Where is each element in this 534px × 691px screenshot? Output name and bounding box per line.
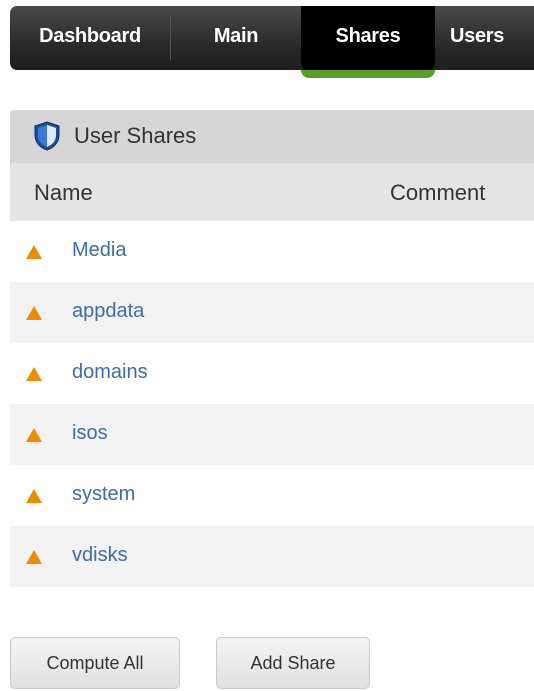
tab-main[interactable]: Main: [171, 6, 301, 70]
active-tab-indicator: [301, 70, 435, 78]
section-header: User Shares: [10, 110, 534, 163]
warning-triangle-icon: [26, 550, 42, 564]
warning-triangle-icon: [26, 489, 42, 503]
compute-all-button[interactable]: Compute All: [10, 637, 180, 689]
share-link-system[interactable]: system: [72, 483, 135, 506]
warning-triangle-icon: [26, 245, 42, 259]
table-header: Name Comment: [10, 163, 534, 221]
share-link-isos[interactable]: isos: [72, 422, 108, 445]
page: Dashboard Main Shares Users User Shares …: [0, 0, 534, 691]
table-row: vdisks: [10, 526, 534, 587]
add-share-button[interactable]: Add Share: [216, 637, 370, 689]
table-row: system: [10, 465, 534, 526]
table-row: isos: [10, 404, 534, 465]
warning-triangle-icon: [26, 428, 42, 442]
share-link-vdisks[interactable]: vdisks: [72, 544, 128, 567]
column-header-name[interactable]: Name: [34, 180, 93, 206]
table-row: domains: [10, 343, 534, 404]
share-link-appdata[interactable]: appdata: [72, 300, 144, 323]
table-row: Media: [10, 221, 534, 282]
top-nav: Dashboard Main Shares Users: [10, 6, 534, 70]
section-title: User Shares: [74, 123, 197, 148]
warning-triangle-icon: [26, 306, 42, 320]
share-link-domains[interactable]: domains: [72, 361, 148, 384]
warning-triangle-icon: [26, 367, 42, 381]
tab-users[interactable]: Users: [450, 6, 534, 70]
table-row: appdata: [10, 282, 534, 343]
share-link-media[interactable]: Media: [72, 239, 126, 262]
tab-shares[interactable]: Shares: [301, 6, 435, 70]
column-header-comment[interactable]: Comment: [390, 180, 485, 206]
shares-table-body: Media appdata domains isos system vdisks: [10, 221, 534, 587]
tab-dashboard[interactable]: Dashboard: [10, 6, 170, 70]
shield-icon: [34, 121, 60, 151]
